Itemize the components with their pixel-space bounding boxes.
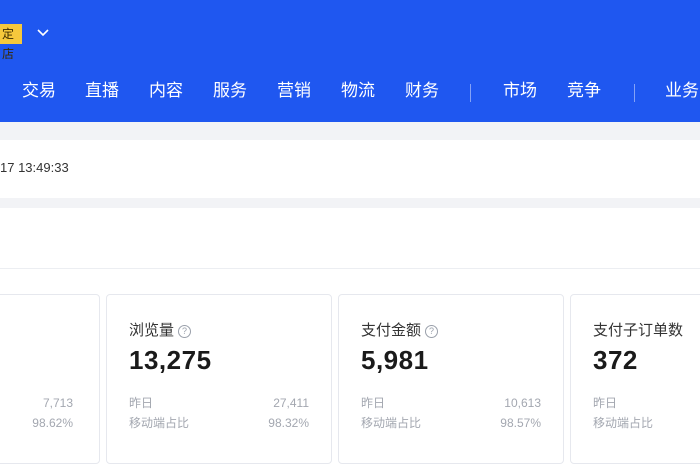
nav-item-marketing[interactable]: 营销 xyxy=(277,80,311,102)
nav-item-logistics[interactable]: 物流 xyxy=(341,80,375,102)
nav-item-content[interactable]: 内容 xyxy=(149,80,183,102)
nav-item-service[interactable]: 服务 xyxy=(213,80,247,102)
metric-value: 5,981 xyxy=(361,345,429,375)
nav-item-live[interactable]: 直播 xyxy=(85,80,119,102)
help-icon[interactable]: ? xyxy=(178,325,192,338)
nav-item-market[interactable]: 市场 xyxy=(503,80,537,102)
metric-title: 浏览量 xyxy=(129,322,175,339)
mobile-ratio: 98.57% xyxy=(500,416,541,430)
yesterday-value: 10,613 xyxy=(504,396,541,410)
yesterday-value: 7,713 xyxy=(42,396,73,410)
metric-value: 372 xyxy=(593,345,638,375)
metrics-panel: 7,713 98.62% 浏览量? 13,275 昨日 移动端占比 27,411… xyxy=(0,208,700,470)
nav-item-finance[interactable]: 财务 xyxy=(405,80,439,102)
yesterday-label: 昨日 xyxy=(361,396,386,410)
mobile-ratio: 98.62% xyxy=(32,416,73,430)
nav-item-competition[interactable]: 竞争 xyxy=(567,80,601,102)
main-nav: 交易 直播 内容 服务 营销 物流 财务 市场 竞争 业务 xyxy=(0,72,700,112)
metric-title: 支付子订单数 xyxy=(593,322,684,339)
mobile-ratio-label: 移动端占比 xyxy=(361,416,422,430)
nav-divider xyxy=(634,84,635,102)
mobile-ratio-label: 移动端占比 xyxy=(593,416,654,430)
yesterday-value: 27,411 xyxy=(273,396,309,410)
shop-badge[interactable]: 定店 xyxy=(0,24,22,61)
update-timestamp: 17 13:49:33 xyxy=(0,160,69,175)
metric-value: 13,275 xyxy=(129,345,212,375)
top-navigation-bar: 定店 交易 直播 内容 服务 营销 物流 财务 市场 竞争 业务 xyxy=(0,0,700,122)
update-time-bar: 17 13:49:33 xyxy=(0,140,700,198)
metric-card-sub-orders[interactable]: 支付子订单数 372 昨日 移动端占比 xyxy=(570,294,700,464)
metric-card-pageviews[interactable]: 浏览量? 13,275 昨日 移动端占比 27,411 98.32% xyxy=(106,294,332,464)
mobile-ratio-label: 移动端占比 xyxy=(129,416,190,430)
nav-item-trade[interactable]: 交易 xyxy=(22,80,56,102)
chevron-down-icon[interactable] xyxy=(36,24,50,40)
yesterday-label: 昨日 xyxy=(129,396,154,410)
metric-card-payment-amount[interactable]: 支付金额? 5,981 昨日 移动端占比 10,613 98.57% xyxy=(338,294,564,464)
metric-card-visitors[interactable]: 7,713 98.62% xyxy=(0,294,100,464)
mobile-ratio: 98.32% xyxy=(268,416,309,430)
nav-item-business[interactable]: 业务 xyxy=(665,80,699,102)
panel-divider xyxy=(0,268,700,269)
help-icon[interactable]: ? xyxy=(425,325,439,338)
yesterday-label: 昨日 xyxy=(593,396,618,410)
nav-divider xyxy=(470,84,471,102)
metric-title: 支付金额 xyxy=(361,322,422,339)
